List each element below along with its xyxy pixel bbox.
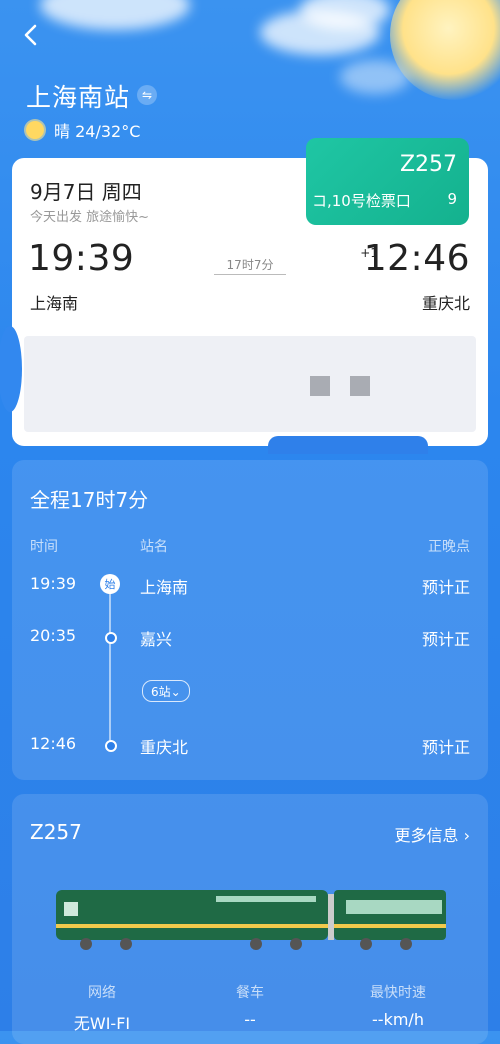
dining-label: 餐车 [236, 985, 264, 1001]
speed-value: --km/h [372, 1010, 424, 1029]
start-badge: 始 [100, 574, 120, 594]
redacted-block [310, 376, 330, 396]
route-timeline [109, 584, 111, 744]
route-title: 全程17时7分 [30, 488, 149, 512]
stop-dot [105, 740, 117, 752]
stop-status: 预计正 [421, 630, 470, 649]
header-station: 站名 [140, 539, 168, 555]
cloud [40, 0, 190, 30]
sun-decoration [390, 0, 500, 100]
stop-dot [105, 632, 117, 644]
stop-time: 12:46 [30, 734, 77, 753]
header-status: 正晚点 [428, 539, 470, 555]
stop-station: 嘉兴 [140, 630, 173, 649]
duration-line [214, 274, 286, 275]
stop-station: 上海南 [140, 578, 189, 597]
weather: 晴 24/32°C [26, 118, 140, 142]
info-train-number: Z257 [30, 820, 82, 844]
sunny-icon [26, 121, 44, 139]
network-value: 无WI-FI [73, 1014, 131, 1033]
route-card: 全程17时7分 时间 站名 正晚点 始 19:39 上海南 预计正 20:35 … [12, 460, 488, 780]
station-title: 上海南站 [26, 83, 131, 112]
redacted-area [24, 336, 476, 432]
travel-date: 9月7日 周四 [30, 180, 142, 204]
arrival-time: 12:46 [363, 238, 470, 279]
train-illustration [56, 890, 446, 950]
stop-status: 预计正 [421, 578, 470, 597]
stop-station: 重庆北 [140, 738, 189, 757]
travel-greeting: 今天出发 旅途愉快~ [30, 210, 150, 225]
redacted-block [350, 376, 370, 396]
back-arrow-icon[interactable] [18, 22, 44, 48]
arrival-station: 重庆北 [421, 294, 470, 313]
gate-label: コ,10号检票口 [312, 192, 411, 210]
departure-time: 19:39 [28, 238, 135, 279]
ticket-notch [0, 326, 22, 412]
gate-number: 9 [447, 190, 457, 208]
more-info-link[interactable]: 更多信息 › [395, 822, 471, 846]
network-label: 网络 [88, 985, 116, 1001]
ticket-notch [268, 436, 428, 454]
train-info-card: Z257 更多信息 › 网络 餐车 最快时速 无WI-FI -- --km/h [12, 794, 488, 1044]
stop-time: 19:39 [30, 574, 77, 593]
stop-status: 预计正 [421, 738, 470, 757]
stop-time: 20:35 [30, 626, 77, 645]
speed-label: 最快时速 [370, 985, 426, 1001]
dining-value: -- [244, 1010, 256, 1029]
header-time: 时间 [30, 539, 58, 555]
swap-icon[interactable]: ⇋ [137, 85, 157, 105]
expand-stops-button[interactable]: 6站⌄ [142, 680, 190, 702]
departure-station: 上海南 [30, 294, 79, 313]
train-number: Z257 [399, 152, 457, 177]
trip-duration: 17时7分 [226, 258, 274, 272]
weather-text: 晴 24/32°C [54, 122, 141, 141]
gate-badge[interactable]: Z257 コ,10号检票口 9 [306, 138, 469, 225]
